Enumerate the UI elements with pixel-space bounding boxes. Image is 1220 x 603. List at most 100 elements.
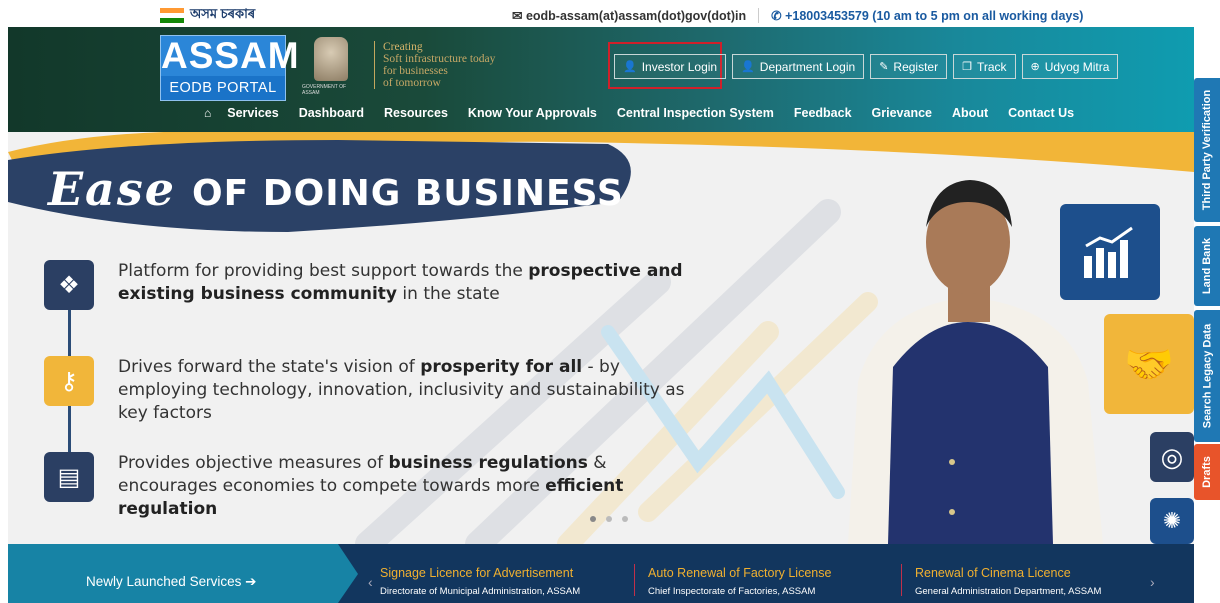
service-dept: General Administration Department, ASSAM [915,586,1102,597]
handshake-icon: 🤝 [1124,342,1174,387]
newly-launched-label: Newly Launched Services [86,574,242,589]
point-item: ❖ Platform for providing best support to… [44,260,704,310]
nav-contact-us[interactable]: Contact Us [1008,106,1074,120]
keys-icon: ⚷ [44,356,94,406]
bar-chart-icon [1084,226,1133,278]
divider [901,564,902,596]
side-tab-drafts[interactable]: Drafts [1194,444,1220,500]
point-text: Provides objective measures of business … [118,452,704,521]
chevron-right-icon[interactable]: › [1150,574,1155,590]
logo-subtitle: EODB PORTAL [169,80,277,96]
tagline-line: of tomorrow [383,77,441,89]
tagline-line: Soft infrastructure today [383,53,496,65]
investor-login-button[interactable]: 👤 Investor Login [614,54,727,79]
state-emblem: GOVERNMENT OF ASSAM [302,37,360,103]
phone-link[interactable]: ✆ +18003453579 (10 am to 5 pm on all wor… [758,8,1083,23]
point-item: ⚷ Drives forward the state's vision of p… [44,356,704,425]
side-tab-land-bank[interactable]: Land Bank [1194,226,1220,306]
point-text-bold: prosperity for all [420,357,583,377]
nav-central-inspection-system[interactable]: Central Inspection System [617,106,774,120]
side-tab-label: Drafts [1201,456,1214,488]
side-tab-label: Third Party Verification [1201,89,1214,211]
point-text: Drives forward the state's vision of pro… [118,356,704,425]
service-title: Auto Renewal of Factory License [648,566,832,580]
handshake-tile[interactable]: 🤝 [1104,314,1194,414]
document-icon: ▤ [44,452,94,502]
logo-title: ASSAM [161,35,300,76]
track-label: Track [976,59,1007,74]
arrow-circle-right-icon: ➔ [245,574,257,589]
home-icon[interactable]: ⌂ [204,106,211,120]
banner-heading: Ease OF DOING BUSINESS [48,162,624,216]
globe-icon: ⊕ [1030,61,1040,73]
main-nav: ⌂ Services Dashboard Resources Know Your… [204,106,1074,120]
nav-about[interactable]: About [952,106,988,120]
email-link[interactable]: ✉ eodb-assam(at)assam(dot)gov(dot)in [512,8,746,23]
point-text-part: Drives forward the state's vision of [118,357,421,377]
header: ASSAM EODB PORTAL GOVERNMENT OF ASSAM Cr… [8,27,1194,132]
carousel-dots [590,516,628,522]
contact-info: ✉ eodb-assam(at)assam(dot)gov(dot)in ✆ +… [512,8,1083,23]
target-tile[interactable]: ◎ [1150,432,1194,482]
nav-services[interactable]: Services [227,106,278,120]
user-icon: 👤 [741,61,755,73]
side-tab-third-party-verification[interactable]: Third Party Verification [1194,78,1220,222]
nav-dashboard[interactable]: Dashboard [299,106,364,120]
department-login-label: Department Login [759,59,856,74]
register-button[interactable]: ✎ Register [870,54,948,79]
service-item[interactable]: Renewal of Cinema Licence General Admini… [907,566,1157,597]
investor-login-label: Investor Login [641,59,718,74]
tagline-line: Creating [383,41,423,53]
user-icon: 👤 [623,61,637,73]
side-tab-label: Search Legacy Data [1201,323,1213,429]
bulb-tile[interactable]: ✺ [1150,498,1194,544]
udyog-mitra-button[interactable]: ⊕ Udyog Mitra [1021,54,1119,79]
top-strip: অসম চৰকাৰ ✉ eodb-assam(at)assam(dot)gov(… [0,0,1220,27]
department-login-button[interactable]: 👤 Department Login [732,54,865,79]
gov-text: অসম চৰকাৰ [190,6,256,21]
tagline: Creating Soft infrastructure today for b… [374,41,524,89]
phone-text: +18003453579 (10 am to 5 pm on all worki… [785,9,1084,23]
nav-grievance[interactable]: Grievance [872,106,932,120]
heading-of-doing-business: OF DOING BUSINESS [192,173,624,214]
email-text: eodb-assam(at)assam(dot)gov(dot)in [525,9,747,23]
nav-resources[interactable]: Resources [384,106,448,120]
bar-chart-tile[interactable] [1060,204,1160,300]
phone-icon: ✆ [771,9,786,23]
service-item[interactable]: Auto Renewal of Factory License Chief In… [640,566,890,597]
network-icon: ❖ [44,260,94,310]
point-item: ▤ Provides objective measures of busines… [44,452,704,521]
service-title: Renewal of Cinema Licence [915,566,1071,580]
heading-ease: Ease [48,162,177,216]
mail-icon: ✉ [512,9,526,23]
side-tab-search-legacy-data[interactable]: Search Legacy Data [1194,310,1220,442]
point-text-bold: business regulations [388,453,588,473]
nav-know-your-approvals[interactable]: Know Your Approvals [468,106,597,120]
government-label: অসম চৰকাৰ [160,5,255,26]
eodb-logo[interactable]: ASSAM EODB PORTAL [160,35,300,101]
register-label: Register [893,59,939,74]
target-icon: ◎ [1160,441,1184,472]
service-item[interactable]: Signage Licence for Advertisement Direct… [372,566,622,597]
pencil-icon: ✎ [879,61,889,73]
header-buttons: 👤 Investor Login 👤 Department Login ✎ Regis… [614,54,1119,79]
point-text-part: Provides objective measures of [118,453,389,473]
carousel-dot[interactable] [590,516,596,522]
point-text-part: in the state [397,284,500,304]
track-icon: ❐ [962,61,972,73]
emblem-icon [314,37,348,81]
carousel-dot[interactable] [606,516,612,522]
tagline-line: for businesses [383,65,448,77]
side-tab-label: Land Bank [1201,237,1214,295]
point-text: Platform for providing best support towa… [118,260,704,306]
carousel-dot[interactable] [622,516,628,522]
emblem-text: GOVERNMENT OF ASSAM [302,84,347,96]
newly-launched-link[interactable]: Newly Launched Services ➔ [86,574,256,590]
nav-feedback[interactable]: Feedback [794,106,852,120]
point-text-part: Platform for providing best support towa… [118,261,529,281]
newly-launched-area: Newly Launched Services ➔ [8,544,358,603]
flag-icon [160,7,184,24]
bulb-icon: ✺ [1162,508,1182,533]
track-button[interactable]: ❐ Track [953,54,1016,79]
service-dept: Chief Inspectorate of Factories, ASSAM [648,586,816,597]
